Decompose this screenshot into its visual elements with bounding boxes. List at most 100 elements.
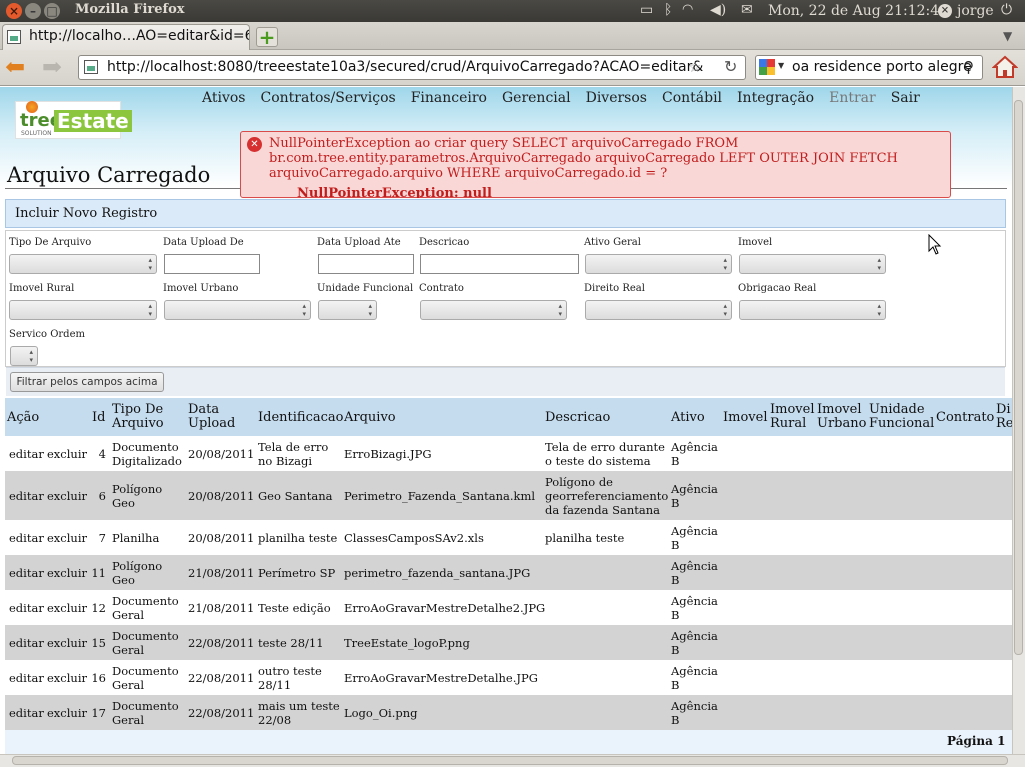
cell-tipo: Documento Geral	[112, 698, 179, 727]
delete-link[interactable]: excluir	[47, 531, 87, 545]
obrigacao-real-select[interactable]	[739, 300, 886, 320]
data-upload-de-input[interactable]	[164, 254, 260, 274]
unidade-funcional-select[interactable]	[318, 300, 377, 320]
cell-data: 22/08/2011	[188, 670, 255, 685]
volume-icon[interactable]: ◀)	[710, 2, 726, 18]
logo-text-estate: Estate	[54, 110, 132, 132]
delete-link[interactable]: excluir	[47, 671, 87, 685]
contrato-select[interactable]	[420, 300, 567, 320]
filter-label-imovel-urbano: Imovel Urbano	[163, 283, 239, 294]
clock[interactable]: Mon, 22 de Aug 21:12:49	[768, 3, 948, 19]
cell-arquivo: ErroBizagi.JPG	[344, 446, 432, 461]
tab-active[interactable]: http://localho…AO=editar&id=6	[2, 24, 250, 50]
search-input[interactable]: oa residence porto alegre	[755, 55, 983, 80]
menu-item-financeiro[interactable]: Financeiro	[411, 90, 487, 106]
user-status-icon[interactable]: ×	[938, 4, 952, 18]
ativo-geral-select[interactable]	[585, 254, 732, 274]
mail-icon[interactable]: ✉	[741, 2, 753, 18]
reload-icon[interactable]: ↻	[724, 57, 737, 76]
descricao-input[interactable]	[420, 254, 579, 274]
filter-button[interactable]: Filtrar pelos campos acima	[10, 372, 164, 392]
pagination-label: Página 1	[947, 734, 1006, 748]
search-icon[interactable]: ⚲	[963, 58, 974, 76]
cell-id: 17	[91, 705, 106, 720]
edit-link[interactable]: editar	[9, 706, 44, 720]
table-footer	[5, 730, 1012, 754]
display-icon[interactable]: ▭	[640, 2, 653, 18]
window-maximize-button[interactable]: □	[44, 3, 60, 19]
window-close-button[interactable]: ×	[6, 3, 22, 19]
bluetooth-icon[interactable]: ᛒ	[664, 2, 672, 18]
col-header-arquivo: Arquivo	[344, 410, 396, 425]
imovel-urbano-select[interactable]	[164, 300, 311, 320]
edit-link[interactable]: editar	[9, 531, 44, 545]
power-icon[interactable]: ⏻	[1001, 2, 1012, 18]
delete-link[interactable]: excluir	[47, 706, 87, 720]
list-tabs-icon[interactable]: ▼	[1003, 29, 1012, 43]
menu-item-contabil[interactable]: Contábil	[662, 90, 722, 106]
horizontal-scroll-thumb[interactable]	[12, 756, 1008, 765]
cell-tipo: Documento Geral	[112, 663, 179, 692]
data-upload-ate-input[interactable]	[318, 254, 414, 274]
direito-real-select[interactable]	[585, 300, 732, 320]
filter-label-contrato: Contrato	[419, 283, 464, 294]
edit-link[interactable]: editar	[9, 671, 44, 685]
cell-data: 20/08/2011	[188, 446, 255, 461]
col-header-identificacao: Identificacao	[258, 410, 344, 425]
forward-arrow-icon[interactable]: ➡	[42, 55, 62, 79]
cell-ativo: Agência B	[671, 481, 718, 510]
imovel-select[interactable]	[739, 254, 886, 274]
edit-link[interactable]: editar	[9, 636, 44, 650]
tipo-arquivo-select[interactable]	[9, 254, 157, 274]
servico-ordem-select[interactable]	[10, 346, 38, 366]
cell-arquivo: ClassesCamposSAv2.xls	[344, 530, 484, 545]
cell-ativo: Agência B	[671, 698, 718, 727]
edit-link[interactable]: editar	[9, 601, 44, 615]
filter-label-imovel: Imovel	[738, 237, 773, 248]
cell-arquivo: ErroAoGravarMestreDetalhe2.JPG	[344, 600, 546, 615]
menu-item-sair[interactable]: Sair	[891, 90, 920, 106]
cell-data: 22/08/2011	[188, 705, 255, 720]
cell-data: 22/08/2011	[188, 635, 255, 650]
col-header-id: Id	[92, 410, 106, 425]
google-engine-icon[interactable]	[759, 59, 775, 75]
cell-descricao: Polígono de georreferenciamento da fazen…	[545, 474, 669, 517]
cell-tipo: Documento Geral	[112, 593, 179, 622]
imovel-rural-select[interactable]	[9, 300, 157, 320]
bookmark-star-icon[interactable]: ☆	[688, 58, 701, 76]
menu-item-ativos[interactable]: Ativos	[202, 90, 246, 106]
edit-link[interactable]: editar	[9, 447, 44, 461]
wifi-icon[interactable]: ◠	[682, 2, 693, 17]
window-title: Mozilla Firefox	[75, 2, 185, 17]
error-message-text: NullPointerException ao criar query SELE…	[269, 136, 898, 181]
delete-link[interactable]: excluir	[47, 447, 87, 461]
menu-item-diversos[interactable]: Diversos	[586, 90, 647, 106]
logo-subtext: SOLUTION	[21, 130, 52, 137]
url-input[interactable]: http://localhost:8080/treeestate10a3/sec…	[78, 55, 746, 80]
edit-link[interactable]: editar	[9, 566, 44, 580]
delete-link[interactable]: excluir	[47, 489, 87, 503]
cell-data: 20/08/2011	[188, 488, 255, 503]
delete-link[interactable]: excluir	[47, 601, 87, 615]
edit-link[interactable]: editar	[9, 489, 44, 503]
user-name[interactable]: jorge	[957, 3, 994, 19]
menu-item-contratos[interactable]: Contratos/Serviços	[261, 90, 396, 106]
vertical-scroll-thumb[interactable]	[1014, 100, 1023, 655]
menu-item-entrar[interactable]: Entrar	[829, 90, 876, 106]
delete-link[interactable]: excluir	[47, 566, 87, 580]
add-new-record-link[interactable]: Incluir Novo Registro	[5, 199, 1006, 228]
search-engine-dropdown-icon[interactable]: ▼	[778, 61, 784, 70]
cell-data: 20/08/2011	[188, 530, 255, 545]
filter-label-imovel-rural: Imovel Rural	[9, 283, 75, 294]
back-arrow-icon[interactable]: ⬅	[5, 55, 25, 79]
menu-item-integracao[interactable]: Integração	[737, 90, 814, 106]
home-icon[interactable]	[992, 54, 1018, 80]
cell-id: 12	[91, 600, 106, 615]
new-tab-button[interactable]: +	[256, 27, 278, 47]
cell-ativo: Agência B	[671, 558, 718, 587]
delete-link[interactable]: excluir	[47, 636, 87, 650]
window-minimize-button[interactable]: –	[25, 3, 41, 19]
filter-label-descricao: Descricao	[419, 237, 470, 248]
menu-item-gerencial[interactable]: Gerencial	[502, 90, 571, 106]
filter-panel	[5, 230, 1006, 367]
